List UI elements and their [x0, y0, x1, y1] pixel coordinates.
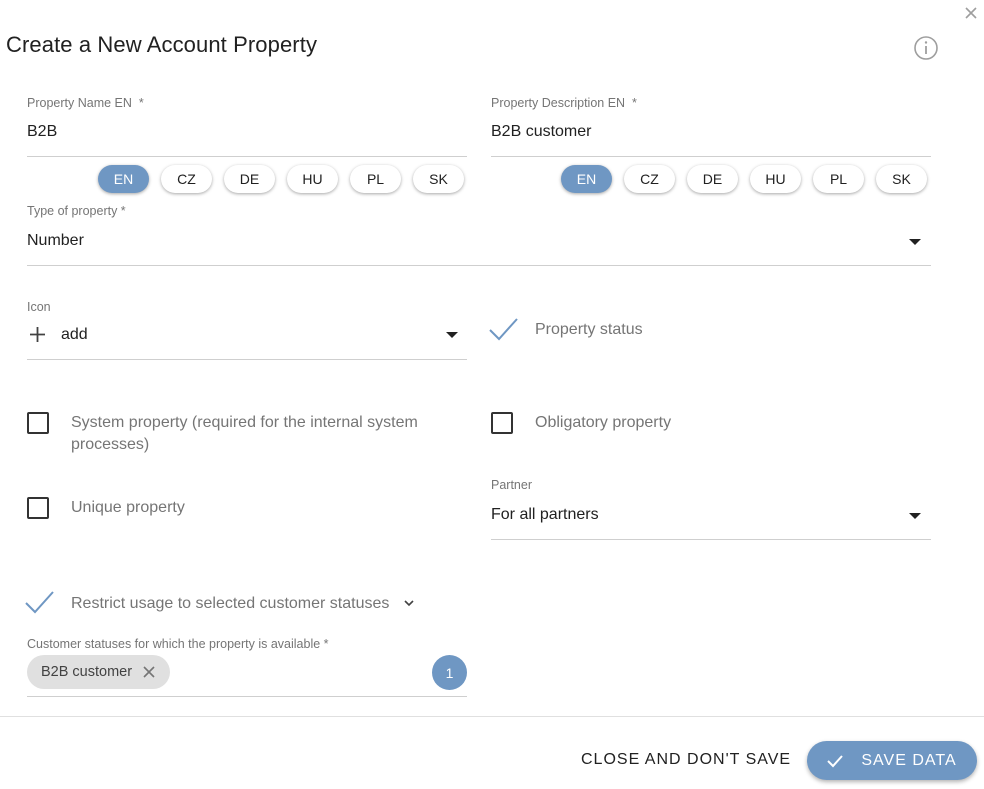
dialog-title: Create a New Account Property [6, 32, 318, 57]
chevron-down-icon[interactable] [909, 513, 921, 519]
property-name-underline [27, 156, 467, 157]
lang-sk-button[interactable]: SK [876, 165, 927, 193]
property-description-input[interactable]: B2B customer [491, 123, 591, 141]
lang-cz-button[interactable]: CZ [161, 165, 212, 193]
icon-select[interactable]: add [61, 326, 88, 344]
restrict-usage-check-icon[interactable] [24, 589, 56, 617]
lang-hu-button[interactable]: HU [750, 165, 801, 193]
customer-statuses-underline [27, 696, 467, 697]
lang-de-button[interactable]: DE [224, 165, 275, 193]
lang-hu-button[interactable]: HU [287, 165, 338, 193]
info-icon[interactable] [913, 35, 939, 61]
chevron-down-icon[interactable] [446, 332, 458, 338]
save-data-label: SAVE DATA [861, 751, 957, 769]
lang-cz-button[interactable]: CZ [624, 165, 675, 193]
unique-property-label: Unique property [71, 499, 185, 516]
lang-pl-button[interactable]: PL [350, 165, 401, 193]
restrict-usage-label: Restrict usage to selected customer stat… [71, 595, 390, 612]
lang-sk-button[interactable]: SK [413, 165, 464, 193]
system-property-checkbox[interactable] [27, 412, 49, 434]
lang-en-button[interactable]: EN [561, 165, 612, 193]
property-status-label: Property status [535, 321, 643, 338]
property-description-underline [491, 156, 931, 157]
type-of-property-select[interactable]: Number [27, 232, 84, 250]
property-name-input[interactable]: B2B [27, 123, 57, 141]
obligatory-property-label: Obligatory property [535, 414, 672, 431]
property-name-language-selector: EN CZ DE HU PL SK [98, 165, 464, 193]
lang-en-button[interactable]: EN [98, 165, 149, 193]
partner-label: Partner [491, 478, 532, 492]
unique-property-checkbox[interactable] [27, 497, 49, 519]
chip-label: B2B customer [41, 664, 133, 680]
footer-divider [0, 716, 984, 717]
partner-underline [491, 539, 931, 540]
lang-de-button[interactable]: DE [687, 165, 738, 193]
type-of-property-underline [27, 265, 931, 266]
property-name-label: Property Name EN * [27, 96, 144, 110]
icon-field-label: Icon [27, 300, 51, 314]
check-icon [827, 754, 844, 767]
close-without-saving-button[interactable]: CLOSE AND DON'T SAVE [570, 742, 802, 778]
customer-status-chip: B2B customer [27, 655, 171, 689]
property-status-check-icon[interactable] [488, 316, 520, 344]
system-property-label: System property (required for the intern… [71, 414, 418, 453]
selected-count-badge: 1 [432, 655, 467, 690]
add-icon [30, 327, 45, 342]
chevron-down-icon[interactable] [909, 239, 921, 245]
icon-field-underline [27, 359, 467, 360]
type-of-property-label: Type of property * [27, 204, 126, 218]
lang-pl-button[interactable]: PL [813, 165, 864, 193]
close-icon[interactable] [961, 3, 981, 23]
close-icon[interactable] [142, 665, 156, 679]
partner-select[interactable]: For all partners [491, 506, 599, 524]
save-data-button[interactable]: SAVE DATA [807, 741, 977, 780]
chevron-down-icon[interactable] [403, 598, 415, 608]
customer-statuses-label: Customer statuses for which the property… [27, 637, 329, 651]
property-description-language-selector: EN CZ DE HU PL SK [561, 165, 927, 193]
property-description-label: Property Description EN * [491, 96, 637, 110]
obligatory-property-checkbox[interactable] [491, 412, 513, 434]
